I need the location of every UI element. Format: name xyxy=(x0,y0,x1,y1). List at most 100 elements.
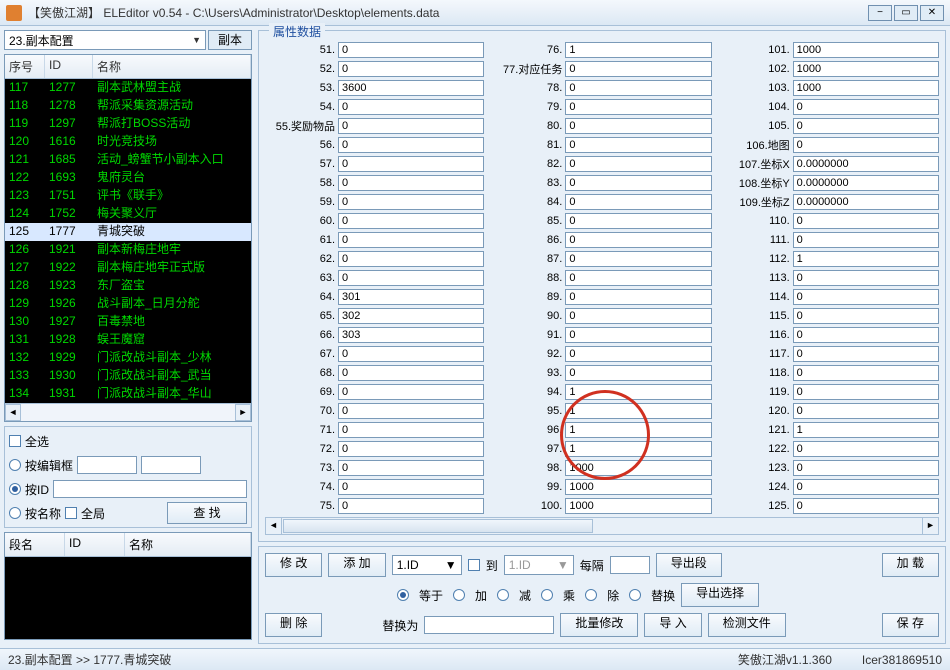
every-input[interactable] xyxy=(610,556,650,574)
seg-col[interactable]: 段名 xyxy=(5,533,65,556)
mul-radio[interactable] xyxy=(541,589,553,601)
prop-value-input[interactable]: 0 xyxy=(338,441,484,457)
by-box-radio[interactable] xyxy=(9,459,21,471)
prop-value-input[interactable]: 0 xyxy=(793,460,939,476)
prop-value-input[interactable]: 1 xyxy=(793,422,939,438)
box-input-2[interactable] xyxy=(141,456,201,474)
list-row[interactable]: 1171277副本武林盟主战 xyxy=(5,79,251,97)
box-input-1[interactable] xyxy=(77,456,137,474)
scroll-right-icon[interactable]: ► xyxy=(235,404,251,421)
id-combo[interactable]: 1.ID▼ xyxy=(392,555,462,575)
import-button[interactable]: 导 入 xyxy=(644,613,701,637)
list-row[interactable]: 1301927百毒禁地 xyxy=(5,313,251,331)
prop-value-input[interactable]: 302 xyxy=(338,308,484,324)
prop-value-input[interactable]: 3600 xyxy=(338,80,484,96)
list-row[interactable]: 1211685活动_螃蟹节小副本入口 xyxy=(5,151,251,169)
prop-value-input[interactable]: 0 xyxy=(565,251,711,267)
list-row[interactable]: 1321929门派改战斗副本_少林 xyxy=(5,349,251,367)
prop-value-input[interactable]: 0 xyxy=(338,403,484,419)
prop-value-input[interactable]: 0 xyxy=(338,137,484,153)
export-sel-button[interactable]: 导出选择 xyxy=(681,583,759,607)
prop-value-input[interactable]: 0 xyxy=(565,308,711,324)
prop-value-input[interactable]: 0 xyxy=(338,175,484,191)
prop-value-input[interactable]: 0 xyxy=(793,308,939,324)
list-row[interactable]: 1341931门派改战斗副本_华山 xyxy=(5,385,251,403)
add-button[interactable]: 添 加 xyxy=(328,553,385,577)
prop-value-input[interactable]: 0 xyxy=(793,327,939,343)
scroll-thumb[interactable] xyxy=(283,519,593,533)
prop-value-input[interactable]: 0 xyxy=(793,346,939,362)
list-row[interactable]: 1181278帮派采集资源活动 xyxy=(5,97,251,115)
prop-value-input[interactable]: 0 xyxy=(793,99,939,115)
by-id-radio[interactable] xyxy=(9,483,21,495)
prop-value-input[interactable]: 0 xyxy=(338,479,484,495)
prop-value-input[interactable]: 0 xyxy=(565,365,711,381)
prop-value-input[interactable]: 0 xyxy=(565,99,711,115)
prop-value-input[interactable]: 0 xyxy=(565,194,711,210)
prop-value-input[interactable]: 0 xyxy=(338,213,484,229)
prop-value-input[interactable]: 0 xyxy=(793,118,939,134)
prop-value-input[interactable]: 0 xyxy=(793,479,939,495)
list-row[interactable]: 1311928蜈王魔窟 xyxy=(5,331,251,349)
scroll-left-icon[interactable]: ◄ xyxy=(266,518,282,534)
by-name-radio[interactable] xyxy=(9,507,21,519)
seg-name-col[interactable]: 名称 xyxy=(125,533,251,556)
seg-id-col[interactable]: ID xyxy=(65,533,125,556)
prop-value-input[interactable]: 0 xyxy=(565,137,711,153)
replace-radio[interactable] xyxy=(629,589,641,601)
modify-button[interactable]: 修 改 xyxy=(265,553,322,577)
category-combo[interactable]: 23.副本配置 ▼ xyxy=(4,30,206,50)
prop-value-input[interactable]: 0 xyxy=(793,232,939,248)
minimize-button[interactable]: − xyxy=(868,5,892,21)
prop-value-input[interactable]: 0 xyxy=(565,289,711,305)
export-seg-button[interactable]: 导出段 xyxy=(656,553,722,577)
prop-value-input[interactable]: 1 xyxy=(565,403,711,419)
replace-input[interactable] xyxy=(424,616,554,634)
prop-value-input[interactable]: 0 xyxy=(338,422,484,438)
prop-value-input[interactable]: 0 xyxy=(338,156,484,172)
save-button[interactable]: 保 存 xyxy=(882,613,939,637)
prop-value-input[interactable]: 1000 xyxy=(565,479,711,495)
list-row[interactable]: 1291926战斗副本_日月分舵 xyxy=(5,295,251,313)
prop-value-input[interactable]: 0 xyxy=(793,498,939,514)
prop-value-input[interactable]: 1000 xyxy=(793,80,939,96)
prop-value-input[interactable]: 0 xyxy=(565,156,711,172)
prop-value-input[interactable]: 0 xyxy=(793,365,939,381)
prop-value-input[interactable]: 303 xyxy=(338,327,484,343)
prop-value-input[interactable]: 0 xyxy=(338,61,484,77)
prop-value-input[interactable]: 0 xyxy=(793,270,939,286)
div-radio[interactable] xyxy=(585,589,597,601)
prop-value-input[interactable]: 0 xyxy=(565,118,711,134)
prop-value-input[interactable]: 0 xyxy=(565,346,711,362)
prop-value-input[interactable]: 0 xyxy=(793,137,939,153)
prop-value-input[interactable]: 0 xyxy=(338,365,484,381)
list-row[interactable]: 1281923东厂盗宝 xyxy=(5,277,251,295)
check-file-button[interactable]: 检测文件 xyxy=(708,613,786,637)
prop-value-input[interactable]: 0 xyxy=(793,384,939,400)
maximize-button[interactable]: ▭ xyxy=(894,5,918,21)
prop-value-input[interactable]: 1 xyxy=(565,42,711,58)
prop-value-input[interactable]: 0 xyxy=(565,327,711,343)
list-row[interactable]: 1241752梅关聚义厅 xyxy=(5,205,251,223)
plus-radio[interactable] xyxy=(453,589,465,601)
prop-value-input[interactable]: 0 xyxy=(565,213,711,229)
list-row[interactable]: 1331930门派改战斗副本_武当 xyxy=(5,367,251,385)
list-row[interactable]: 1231751评书《联手》 xyxy=(5,187,251,205)
prop-value-input[interactable]: 0 xyxy=(565,61,711,77)
prop-value-input[interactable]: 0 xyxy=(338,270,484,286)
to-combo[interactable]: 1.ID▼ xyxy=(504,555,574,575)
prop-value-input[interactable]: 0 xyxy=(338,460,484,476)
list-row[interactable]: 1201616时光竞技场 xyxy=(5,133,251,151)
prop-value-input[interactable]: 0.0000000 xyxy=(793,175,939,191)
scroll-right-icon[interactable]: ► xyxy=(922,518,938,534)
prop-value-input[interactable]: 0 xyxy=(338,194,484,210)
find-button[interactable]: 查 找 xyxy=(167,502,247,524)
prop-value-input[interactable]: 0 xyxy=(565,270,711,286)
prop-value-input[interactable]: 1000 xyxy=(793,61,939,77)
col-seq-header[interactable]: 序号 xyxy=(5,55,45,78)
prop-value-input[interactable]: 0 xyxy=(338,118,484,134)
prop-value-input[interactable]: 301 xyxy=(338,289,484,305)
prop-value-input[interactable]: 0 xyxy=(338,251,484,267)
prop-value-input[interactable]: 0 xyxy=(338,384,484,400)
prop-value-input[interactable]: 0 xyxy=(338,99,484,115)
